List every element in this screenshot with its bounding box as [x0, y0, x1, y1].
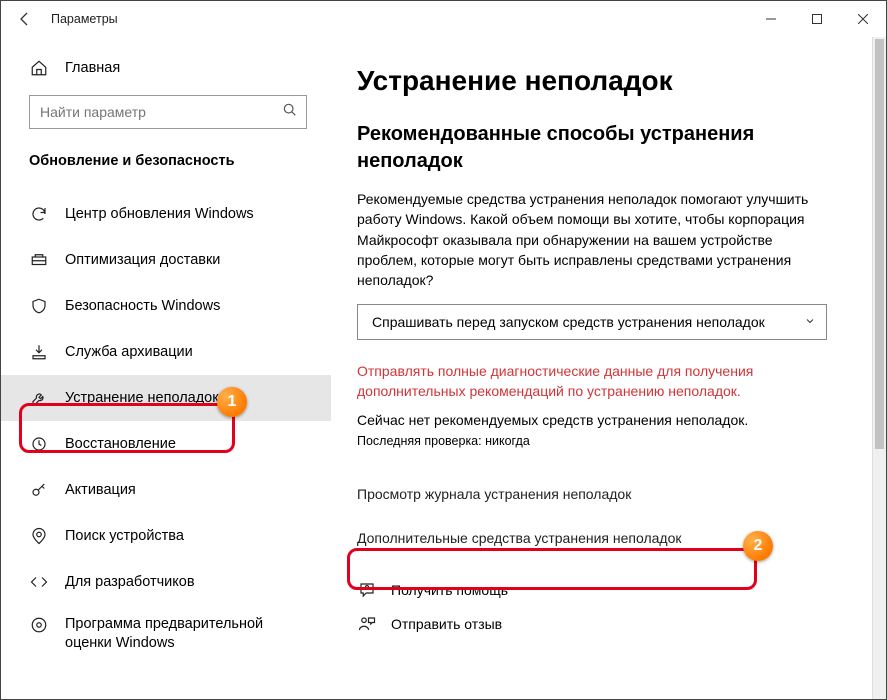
sidebar-item-label: Поиск устройства: [65, 528, 184, 544]
sidebar-item-label: Безопасность Windows: [65, 298, 220, 314]
sync-icon: [29, 204, 49, 224]
last-check-label: Последняя проверка: никогда: [357, 434, 856, 448]
sidebar-item-for-developers[interactable]: Для разработчиков: [29, 559, 331, 605]
backup-icon: [29, 342, 49, 362]
home-label: Главная: [65, 60, 120, 76]
key-icon: [29, 480, 49, 500]
search-icon: [282, 102, 298, 123]
wrench-icon: [29, 388, 49, 408]
sidebar-item-label: Оптимизация доставки: [65, 252, 220, 268]
vertical-scrollbar[interactable]: [872, 37, 886, 699]
sidebar-item-troubleshoot[interactable]: Устранение неполадок: [1, 375, 331, 421]
insider-icon: [29, 615, 49, 635]
history-link[interactable]: Просмотр журнала устранения неполадок: [357, 486, 856, 502]
shield-icon: [29, 296, 49, 316]
sidebar-item-windows-security[interactable]: Безопасность Windows: [29, 283, 331, 329]
sidebar-item-insider-program[interactable]: Программа предварительной оценки Windows: [29, 605, 331, 663]
search-field[interactable]: [40, 104, 282, 120]
sidebar-item-label: Служба архивации: [65, 344, 193, 360]
get-help-link[interactable]: Получить помощь: [357, 580, 856, 600]
get-help-label: Получить помощь: [391, 582, 508, 598]
sidebar-item-windows-update[interactable]: Центр обновления Windows: [29, 191, 331, 237]
sidebar-item-recovery[interactable]: Восстановление: [29, 421, 331, 467]
sidebar-item-find-my-device[interactable]: Поиск устройства: [29, 513, 331, 559]
home-link[interactable]: Главная: [29, 59, 331, 77]
section-subheading: Рекомендованные способы устранения непол…: [357, 121, 856, 175]
troubleshoot-mode-dropdown[interactable]: Спрашивать перед запуском средств устран…: [357, 304, 827, 340]
window-title: Параметры: [51, 12, 118, 26]
sidebar-item-activation[interactable]: Активация: [29, 467, 331, 513]
close-button[interactable]: [840, 3, 886, 35]
diagnostic-warning[interactable]: Отправлять полные диагностические данные…: [357, 362, 827, 401]
recovery-icon: [29, 434, 49, 454]
sidebar: Главная Обновление и безопасность Центр …: [1, 37, 331, 699]
help-icon: [357, 580, 377, 600]
callout-badge-1: 1: [217, 387, 247, 417]
sidebar-nav: Центр обновления Windows Оптимизация дос…: [29, 191, 331, 663]
scrollbar-thumb[interactable]: [875, 39, 884, 449]
back-button[interactable]: [9, 3, 41, 35]
callout-badge-2: 2: [743, 531, 773, 561]
page-title: Устранение неполадок: [357, 65, 856, 97]
dropdown-value: Спрашивать перед запуском средств устран…: [372, 314, 765, 330]
sidebar-item-label: Центр обновления Windows: [65, 206, 254, 222]
sidebar-item-label: Восстановление: [65, 436, 176, 452]
sidebar-item-label: Устранение неполадок: [65, 390, 219, 406]
feedback-label: Отправить отзыв: [391, 616, 502, 632]
home-icon: [29, 59, 49, 77]
content-pane: Устранение неполадок Рекомендованные спо…: [331, 37, 886, 699]
search-input[interactable]: [29, 95, 307, 129]
recommendation-status: Сейчас нет рекомендуемых средств устране…: [357, 412, 856, 428]
feedback-icon: [357, 614, 377, 634]
sidebar-item-label: Активация: [65, 482, 136, 498]
sidebar-item-backup[interactable]: Служба архивации: [29, 329, 331, 375]
feedback-link[interactable]: Отправить отзыв: [357, 614, 856, 634]
additional-troubleshooters-link[interactable]: Дополнительные средства устранения непол…: [357, 530, 856, 546]
chevron-down-icon: [804, 314, 816, 330]
title-bar: Параметры: [1, 1, 886, 37]
location-icon: [29, 526, 49, 546]
maximize-button[interactable]: [794, 3, 840, 35]
minimize-button[interactable]: [748, 3, 794, 35]
sidebar-item-label: Программа предварительной оценки Windows: [65, 615, 295, 653]
sidebar-item-delivery-optimization[interactable]: Оптимизация доставки: [29, 237, 331, 283]
section-heading: Обновление и безопасность: [29, 153, 331, 169]
section-description: Рекомендуемые средства устранения непола…: [357, 189, 827, 290]
delivery-icon: [29, 250, 49, 270]
sidebar-item-label: Для разработчиков: [65, 574, 195, 590]
code-icon: [29, 572, 49, 592]
